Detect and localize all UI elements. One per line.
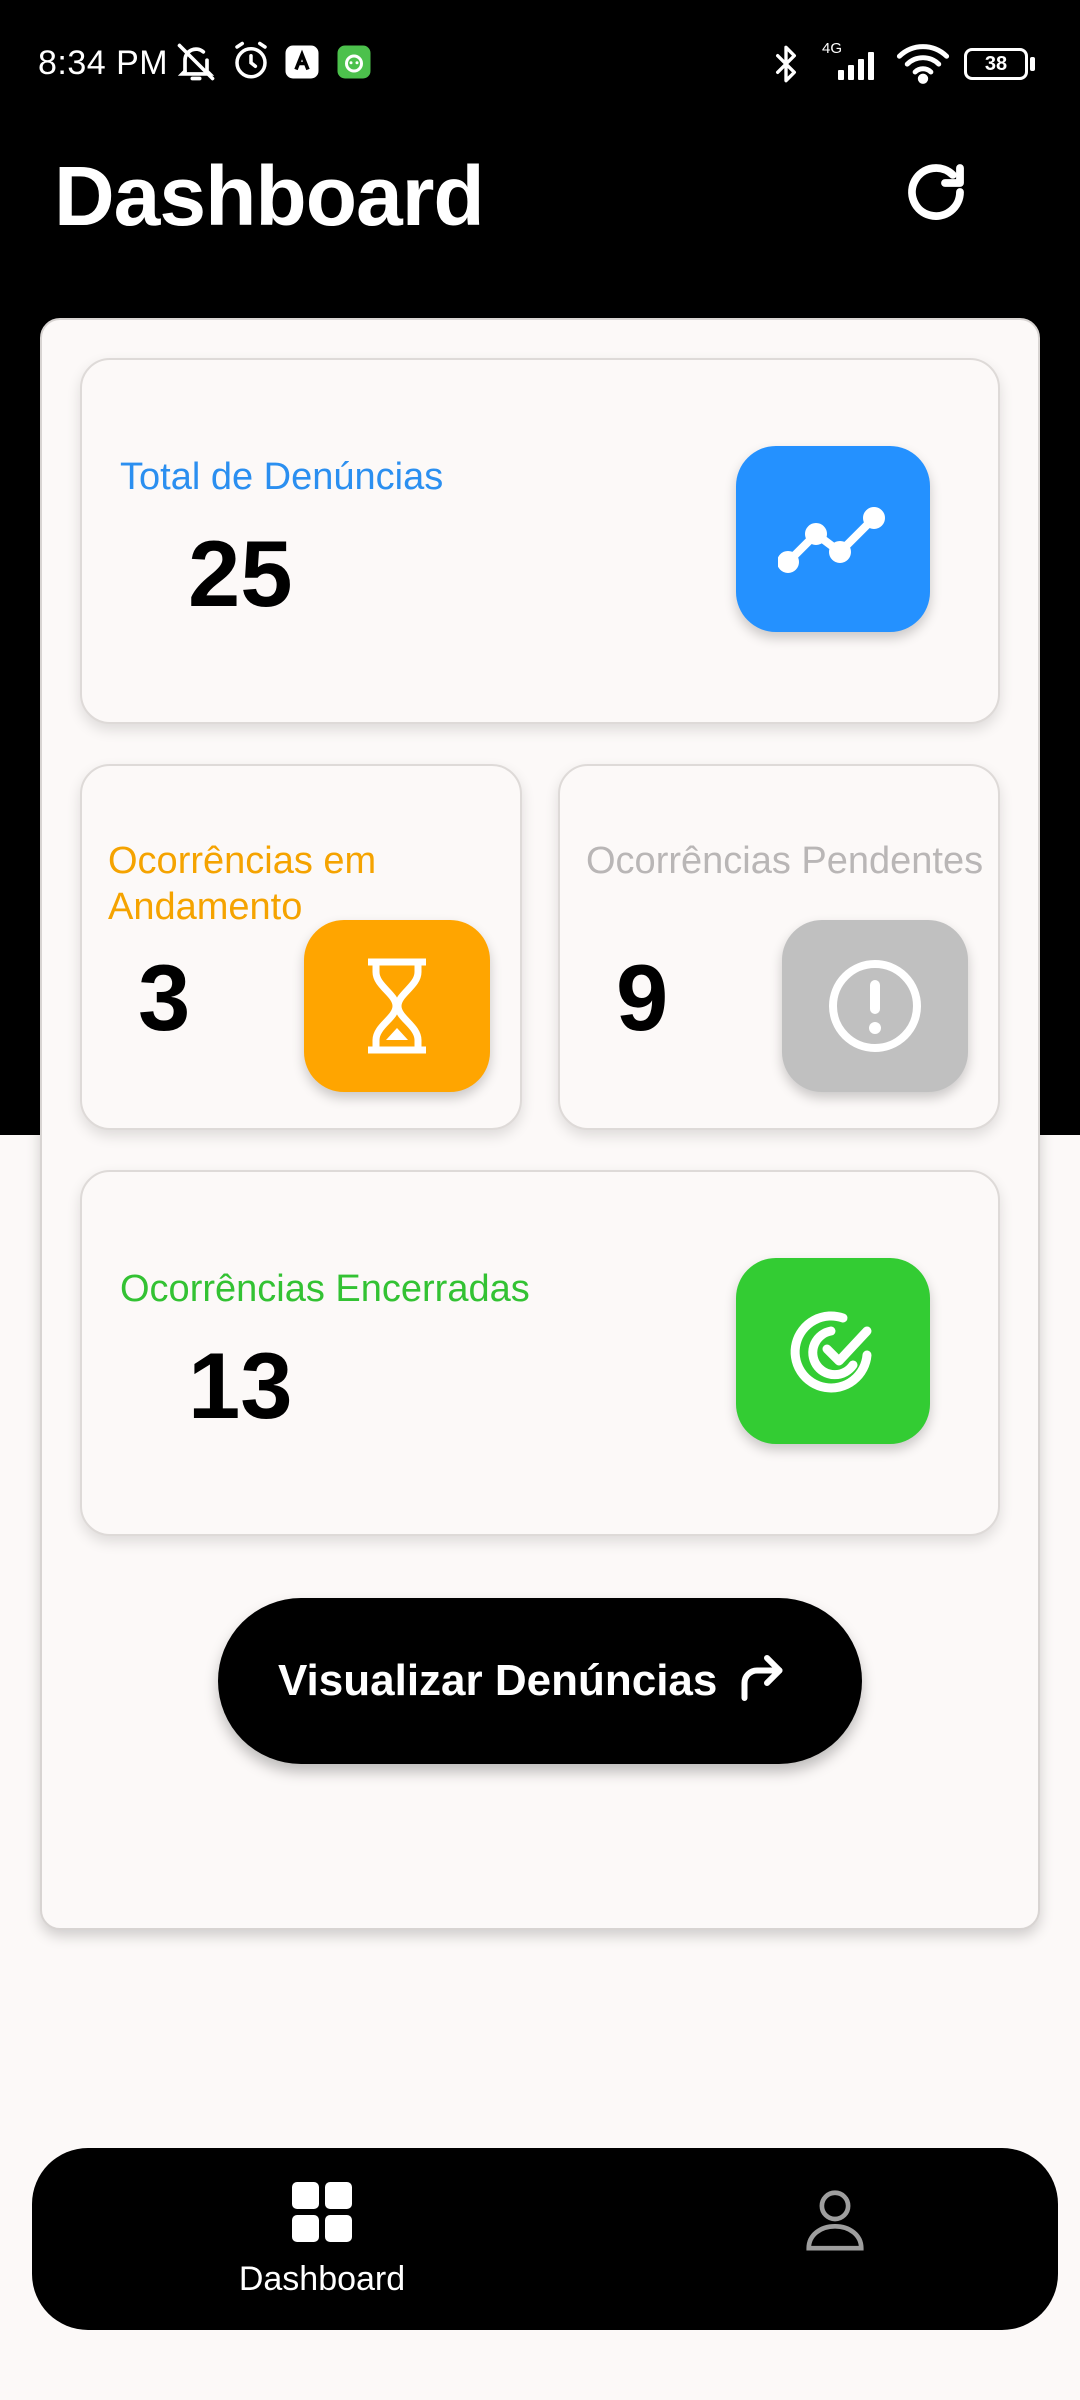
- bluetooth-icon: [776, 45, 796, 83]
- card-em-andamento[interactable]: Ocorrências em Andamento 3: [80, 764, 522, 1130]
- battery-tip: [1030, 57, 1035, 71]
- card-andamento-label: Ocorrências em Andamento: [108, 840, 377, 928]
- visualizar-denuncias-label: Visualizar Denúncias: [278, 1656, 718, 1705]
- card-pendentes[interactable]: Ocorrências Pendentes 9: [558, 764, 1000, 1130]
- refresh-icon: [908, 164, 964, 220]
- battery-level: 38: [984, 53, 1008, 75]
- card-pendentes-icon-box: [782, 920, 968, 1092]
- alarm-icon: [235, 41, 267, 79]
- card-andamento-value: 3: [138, 945, 191, 1050]
- visualizar-denuncias-button[interactable]: Visualizar Denúncias: [218, 1598, 862, 1764]
- card-encerradas-value: 13: [188, 1333, 293, 1438]
- card-total-value: 25: [188, 521, 293, 626]
- refresh-button[interactable]: [896, 152, 976, 232]
- page-title: Dashboard: [54, 149, 485, 243]
- nav-item-profile[interactable]: [762, 2184, 912, 2294]
- card-andamento-icon-box: [304, 920, 490, 1092]
- signal-icon: [838, 52, 874, 80]
- card-pendentes-label: Ocorrências Pendentes: [586, 840, 984, 882]
- status-bar: 8:34 PM 4G 38: [0, 0, 1080, 130]
- app-notification-icon: [285, 45, 319, 79]
- check-circle-icon: [790, 1311, 872, 1393]
- bottom-navigation: Dashboard: [32, 2148, 1058, 2330]
- card-total-denuncias[interactable]: Total de Denúncias 25: [80, 358, 1000, 724]
- trend-chart-icon: [778, 507, 885, 573]
- card-encerradas[interactable]: Ocorrências Encerradas 13: [80, 1170, 1000, 1536]
- nav-dashboard-label: Dashboard: [238, 2260, 406, 2298]
- forward-arrow-icon: [741, 1655, 783, 1701]
- card-total-label: Total de Denúncias: [120, 456, 444, 498]
- card-total-icon-box: [736, 446, 930, 632]
- mute-icon: [177, 43, 215, 81]
- app-notification-icon: [337, 45, 371, 79]
- status-time: 8:34 PM: [38, 44, 169, 82]
- nav-item-dashboard[interactable]: Dashboard: [182, 2178, 462, 2318]
- hourglass-icon: [368, 958, 426, 1054]
- alert-circle-icon: [829, 960, 921, 1052]
- card-pendentes-value: 9: [616, 945, 669, 1050]
- grid-icon: [292, 2182, 352, 2242]
- card-encerradas-icon-box: [736, 1258, 930, 1444]
- battery-icon: 38: [964, 48, 1028, 80]
- profile-icon: [806, 2190, 864, 2251]
- card-encerradas-label: Ocorrências Encerradas: [120, 1268, 530, 1310]
- wifi-icon: [896, 44, 950, 84]
